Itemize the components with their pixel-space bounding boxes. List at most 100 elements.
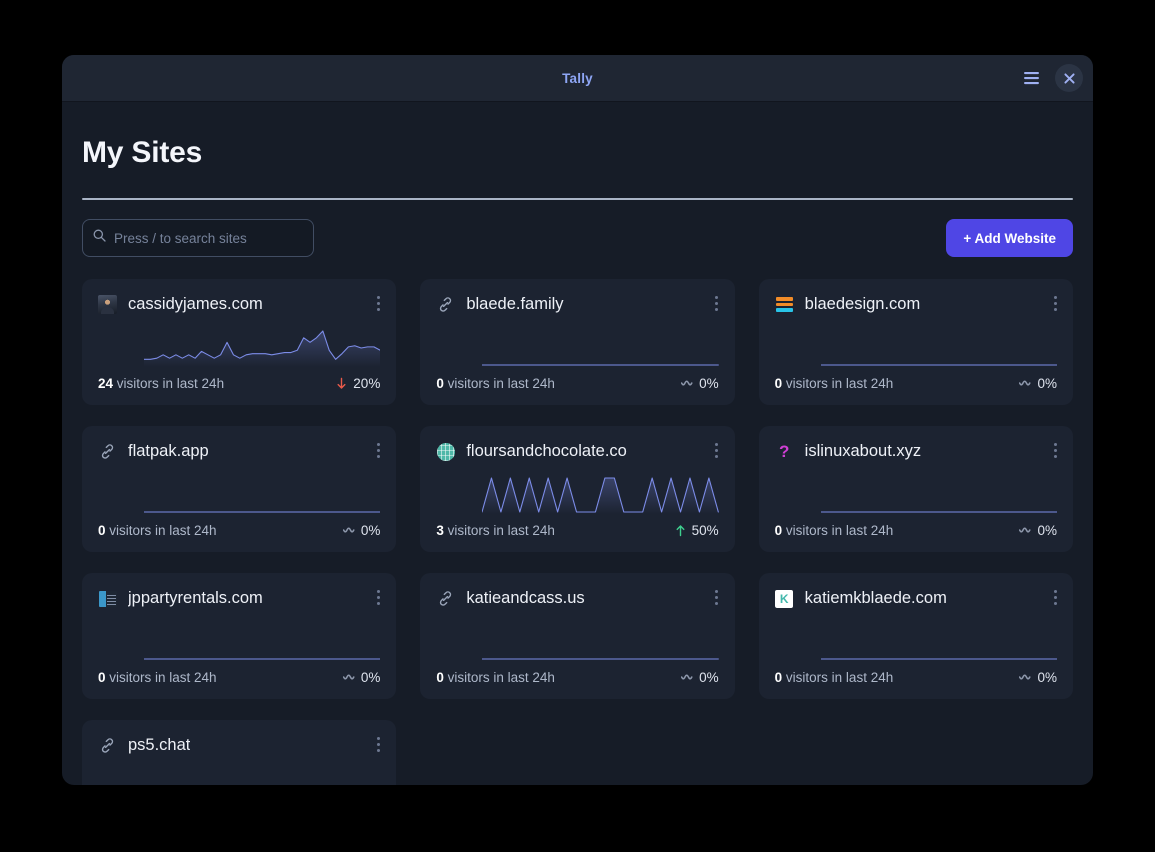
visitors-number: 0 [436, 376, 444, 391]
site-card-footer: 3 visitors in last 24h 50% [436, 514, 718, 538]
toolbar: + Add Website [82, 219, 1073, 257]
sparkline-wrapper [482, 327, 718, 367]
wave-flat-icon [681, 380, 693, 386]
site-name: floursandchocolate.co [466, 442, 627, 460]
sparkline-wrapper [821, 621, 1057, 661]
site-card-menu-icon[interactable] [710, 291, 724, 315]
site-name: blaedesign.com [804, 295, 921, 313]
sparkline-wrapper [144, 621, 380, 661]
sparkline-chart [821, 621, 1057, 661]
site-card-header: blaedesign.com [775, 295, 1057, 314]
site-name: islinuxabout.xyz [804, 442, 922, 460]
site-card-menu-icon[interactable] [371, 291, 385, 315]
trend-value: 0% [1037, 376, 1057, 391]
site-card-header: floursandchocolate.co [436, 442, 718, 461]
visitors-number: 0 [98, 670, 106, 685]
site-card-footer: 0 visitors in last 24h 0% [98, 514, 380, 538]
sparkline-wrapper [482, 474, 719, 514]
visitors-number: 3 [436, 523, 444, 538]
site-card[interactable]: Kkatiemkblaede.com 0 visitors in last 24h… [758, 573, 1073, 699]
visitors-label: visitors in last 24h [113, 376, 225, 391]
site-card[interactable]: katieandcass.us 0 visitors in last 24h 0% [420, 573, 735, 699]
trend-indicator: 0% [1019, 376, 1057, 391]
sparkline-chart [144, 327, 381, 367]
visitors-label: visitors in last 24h [782, 523, 894, 538]
visitors-label: visitors in last 24h [443, 523, 555, 538]
search-box[interactable] [82, 219, 314, 257]
trend-indicator: 0% [681, 670, 719, 685]
sparkline-wrapper [144, 327, 381, 367]
site-name: katiemkblaede.com [804, 589, 947, 607]
visitors-label: visitors in last 24h [443, 670, 555, 685]
site-name: blaede.family [466, 295, 564, 313]
main-content: My Sites + Add Website cassidyjames.com 2… [62, 102, 1093, 785]
site-card-menu-icon[interactable] [371, 438, 385, 462]
visitors-count: 0 visitors in last 24h [436, 376, 555, 391]
site-card-header: jppartyrentals.com [98, 589, 380, 608]
link-icon [98, 736, 117, 755]
site-card[interactable]: ? islinuxabout.xyz 0 visitors in last 24h 0… [758, 426, 1073, 552]
site-card[interactable]: ps5.chat [82, 720, 397, 785]
sparkline-wrapper [821, 327, 1057, 367]
site-card-menu-icon[interactable] [1048, 291, 1062, 315]
link-icon [436, 589, 455, 608]
visitors-count: 0 visitors in last 24h [775, 670, 894, 685]
site-card[interactable]: floursandchocolate.co 3 visitors in last … [420, 426, 735, 552]
add-website-button[interactable]: + Add Website [946, 219, 1073, 257]
hamburger-menu-icon[interactable] [1017, 64, 1045, 92]
site-card-footer: 0 visitors in last 24h 0% [98, 661, 380, 685]
search-input[interactable] [114, 230, 303, 246]
site-card[interactable]: jppartyrentals.com 0 visitors in last 24h… [82, 573, 397, 699]
trend-indicator: 0% [1019, 523, 1057, 538]
site-card-header: flatpak.app [98, 442, 380, 461]
site-card-menu-icon[interactable] [1048, 585, 1062, 609]
site-card[interactable]: cassidyjames.com 24 visitors in last 24h 2… [82, 279, 397, 405]
wave-flat-icon [342, 527, 355, 533]
title-divider [82, 198, 1073, 200]
orange-cyan-bars-favicon [775, 295, 794, 314]
trend-indicator: 0% [1019, 670, 1057, 685]
site-card-header: Kkatiemkblaede.com [775, 589, 1057, 608]
sparkline-chart [144, 474, 380, 514]
site-card[interactable]: blaedesign.com 0 visitors in last 24h 0% [758, 279, 1073, 405]
headerbar-controls [1017, 64, 1083, 92]
site-card-menu-icon[interactable] [710, 585, 724, 609]
wave-flat-icon [342, 674, 355, 680]
window-title: Tally [562, 70, 593, 86]
trend-value: 0% [360, 523, 381, 538]
visitors-label: visitors in last 24h [105, 523, 217, 538]
site-card-header: ps5.chat [98, 736, 380, 755]
site-card-footer: 0 visitors in last 24h 0% [436, 661, 718, 685]
site-name: katieandcass.us [466, 589, 585, 607]
trend-value: 0% [1037, 523, 1057, 538]
site-card-header: ? islinuxabout.xyz [775, 442, 1057, 461]
sparkline-wrapper [482, 621, 718, 661]
site-card-menu-icon[interactable] [1048, 438, 1062, 462]
trend-indicator: 0% [681, 376, 719, 391]
visitors-count: 3 visitors in last 24h [436, 523, 555, 538]
site-name: jppartyrentals.com [128, 589, 263, 607]
site-card-menu-icon[interactable] [371, 585, 385, 609]
sparkline-chart [144, 621, 380, 661]
visitors-count: 0 visitors in last 24h [775, 523, 894, 538]
close-icon[interactable] [1055, 64, 1083, 92]
page-title: My Sites [82, 136, 203, 169]
wave-flat-icon [1019, 674, 1032, 680]
arrow-down-icon [337, 377, 346, 389]
wave-flat-icon [681, 674, 693, 680]
site-card-menu-icon[interactable] [371, 732, 385, 756]
trend-value: 0% [1037, 670, 1057, 685]
sparkline-chart [821, 474, 1057, 514]
site-card-menu-icon[interactable] [710, 438, 724, 462]
sparkline-chart [482, 621, 718, 661]
site-card[interactable]: flatpak.app 0 visitors in last 24h 0% [82, 426, 397, 552]
site-name: ps5.chat [128, 736, 191, 754]
sparkline-wrapper [821, 474, 1057, 514]
sparkline-chart [482, 474, 719, 514]
question-mark-favicon: ? [778, 442, 790, 461]
link-icon [436, 295, 455, 314]
wave-flat-icon [1019, 527, 1032, 533]
site-card[interactable]: blaede.family 0 visitors in last 24h 0% [420, 279, 735, 405]
site-card-footer: 24 visitors in last 24h 20% [98, 367, 380, 391]
visitors-label: visitors in last 24h [782, 670, 894, 685]
